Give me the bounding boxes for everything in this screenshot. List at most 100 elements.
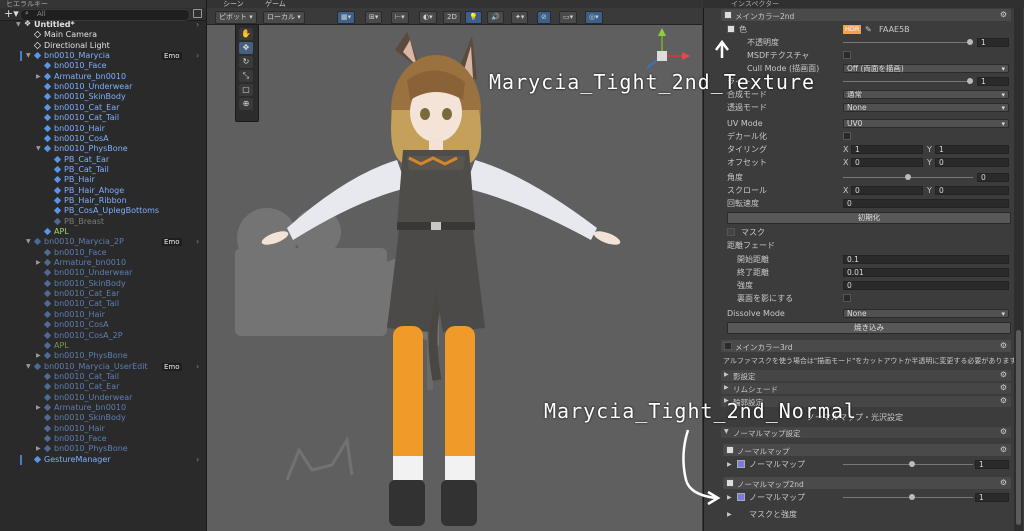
tiling-y-field[interactable]: 1: [935, 145, 1009, 154]
hierarchy-row[interactable]: GestureManager ›: [0, 454, 206, 465]
move-tool-icon[interactable]: ✥: [239, 42, 253, 54]
opacity-slider[interactable]: [843, 42, 973, 43]
mask-swatch[interactable]: [727, 228, 735, 236]
init-button[interactable]: 初期化: [727, 212, 1011, 224]
normal-map-toggle[interactable]: [726, 446, 734, 454]
hierarchy-row[interactable]: bn0010_Cat_Tail: [0, 372, 206, 382]
uv-dropdown[interactable]: UV0: [843, 119, 1009, 128]
tiling-x-field[interactable]: 1: [851, 145, 923, 154]
hierarchy-row[interactable]: bn0010_SkinBody: [0, 92, 206, 102]
lighting-button[interactable]: 💡: [465, 11, 482, 24]
chevron-right-icon[interactable]: ▶: [36, 72, 41, 82]
chevron-right-icon[interactable]: ▶: [36, 258, 41, 268]
gear-icon[interactable]: ⚙: [1000, 383, 1007, 392]
hierarchy-row[interactable]: ▶ bn0010_PhysBone: [0, 351, 206, 361]
hierarchy-row[interactable]: bn0010_CosA: [0, 134, 206, 144]
draw-mode-button[interactable]: ◐▾: [419, 11, 437, 24]
normal-map-header[interactable]: ノーマルマップ ⚙: [723, 444, 1011, 456]
chevron-right-icon[interactable]: ›: [196, 20, 199, 30]
chevron-down-icon[interactable]: ▼: [36, 144, 41, 154]
gear-icon[interactable]: ⚙: [1000, 478, 1007, 487]
rotation-speed-field[interactable]: 0: [843, 199, 1009, 208]
chevron-right-icon[interactable]: ›: [196, 51, 199, 61]
hierarchy-row[interactable]: PB_Cat_Tail: [0, 165, 206, 175]
increment-button[interactable]: ⊢▾: [391, 11, 409, 24]
hierarchy-row[interactable]: ▶ Armature_bn0010: [0, 258, 206, 268]
hierarchy-row[interactable]: bn0010_CosA: [0, 320, 206, 330]
gizmos-button[interactable]: ◎▾: [585, 11, 603, 24]
normal-map-knob[interactable]: [909, 461, 915, 467]
dissolve-dropdown[interactable]: None: [843, 309, 1009, 318]
msdf-checkbox[interactable]: [843, 51, 851, 59]
alpha-dropdown[interactable]: None: [843, 103, 1009, 112]
effects-button[interactable]: ✦▾: [511, 11, 529, 24]
hierarchy-row[interactable]: PB_Cat_Ear: [0, 155, 206, 165]
chevron-down-icon[interactable]: ▼: [16, 20, 21, 30]
hierarchy-row[interactable]: bn0010_Hair: [0, 124, 206, 134]
scroll-y-field[interactable]: 0: [935, 186, 1009, 195]
chevron-right-icon[interactable]: ›: [196, 362, 199, 372]
gear-icon[interactable]: ⚙: [1000, 445, 1007, 454]
hdr-badge[interactable]: HDR: [843, 25, 862, 34]
chevron-right-icon[interactable]: ▶: [36, 444, 41, 454]
blend-dropdown[interactable]: 通常: [843, 90, 1009, 99]
eyedropper-icon[interactable]: ✎: [865, 24, 872, 35]
hierarchy-row[interactable]: ▼ ❖ Untitled* ›: [0, 19, 206, 30]
normal-map-slider[interactable]: [843, 464, 973, 465]
hierarchy-row[interactable]: bn0010_SkinBody: [0, 279, 206, 289]
cull-dropdown[interactable]: Off (両面を描画): [843, 64, 1009, 73]
bake-button[interactable]: 焼き込み: [727, 322, 1011, 334]
backface-checkbox[interactable]: [843, 294, 851, 302]
scroll-x-field[interactable]: 0: [851, 186, 923, 195]
hierarchy-row[interactable]: bn0010_Hair: [0, 424, 206, 434]
opacity-knob[interactable]: [967, 39, 973, 45]
hierarchy-row[interactable]: bn0010_Underwear: [0, 82, 206, 92]
hierarchy-row[interactable]: bn0010_SkinBody: [0, 413, 206, 423]
hierarchy-row[interactable]: ▼ bn0010_Marycia_2P Emo ›: [0, 237, 206, 247]
hierarchy-row[interactable]: ▼ bn0010_PhysBone: [0, 144, 206, 154]
chevron-down-icon[interactable]: ▼: [26, 51, 31, 61]
hierarchy-row[interactable]: bn0010_Cat_Ear: [0, 103, 206, 113]
hierarchy-row[interactable]: ▶ Armature_bn0010: [0, 72, 206, 82]
audio-button[interactable]: 🔊: [487, 11, 504, 24]
rect-tool-icon[interactable]: ▢: [239, 84, 253, 96]
gear-icon[interactable]: ⚙: [1000, 396, 1007, 405]
hierarchy-row[interactable]: bn0010_Face: [0, 434, 206, 444]
main-color-2nd-header[interactable]: メインカラー2nd ⚙: [721, 9, 1011, 21]
hierarchy-row[interactable]: bn0010_Underwear: [0, 268, 206, 278]
hierarchy-row[interactable]: PB_Hair_Ribbon: [0, 196, 206, 206]
offset-x-field[interactable]: 0: [851, 158, 923, 167]
light-field[interactable]: 1: [977, 77, 1009, 86]
strength-field[interactable]: 0: [843, 281, 1009, 290]
gear-icon[interactable]: ⚙: [1000, 370, 1007, 379]
fade-start-field[interactable]: 0.1: [843, 255, 1009, 264]
inspector-scrollbar-thumb[interactable]: [1016, 330, 1021, 525]
hierarchy-tab[interactable]: ヒエラルキー: [0, 0, 206, 8]
scale-tool-icon[interactable]: ⤡: [239, 70, 253, 82]
normal-map-2nd-field[interactable]: 1: [975, 493, 1009, 502]
color-swatch-white[interactable]: [727, 25, 735, 33]
hierarchy-row[interactable]: bn0010_Underwear: [0, 393, 206, 403]
normal-map-2nd-texture-slot[interactable]: [737, 493, 745, 501]
angle-knob[interactable]: [905, 174, 911, 180]
transform-tool-icon[interactable]: ⊕: [239, 98, 253, 110]
hierarchy-row[interactable]: bn0010_Hair: [0, 310, 206, 320]
hierarchy-row[interactable]: Directional Light: [0, 41, 206, 51]
camera-button[interactable]: ▭▾: [559, 11, 578, 24]
hierarchy-row[interactable]: bn0010_Face: [0, 248, 206, 258]
hierarchy-row[interactable]: bn0010_Cat_Ear: [0, 289, 206, 299]
hidden-objects-button[interactable]: ⊘: [537, 11, 551, 24]
hierarchy-row[interactable]: bn0010_Cat_Tail: [0, 299, 206, 309]
hierarchy-row[interactable]: bn0010_Face: [0, 61, 206, 71]
fold-rimshade[interactable]: ▶ リムシェード ⚙: [721, 383, 1011, 394]
fade-end-field[interactable]: 0.01: [843, 268, 1009, 277]
normal-map-2nd-knob[interactable]: [909, 494, 915, 500]
fold-shadow[interactable]: ▶ 影設定 ⚙: [721, 370, 1011, 381]
grid-snap-button[interactable]: ▦▾: [337, 11, 356, 24]
hierarchy-row[interactable]: bn0010_Cat_Ear: [0, 382, 206, 392]
decal-checkbox[interactable]: [843, 132, 851, 140]
hierarchy-row[interactable]: PB_Hair_Ahoge: [0, 186, 206, 196]
chevron-down-icon[interactable]: ▼: [26, 237, 31, 247]
hierarchy-row[interactable]: PB_Breast: [0, 217, 206, 227]
chevron-right-icon[interactable]: ▶: [36, 351, 41, 361]
